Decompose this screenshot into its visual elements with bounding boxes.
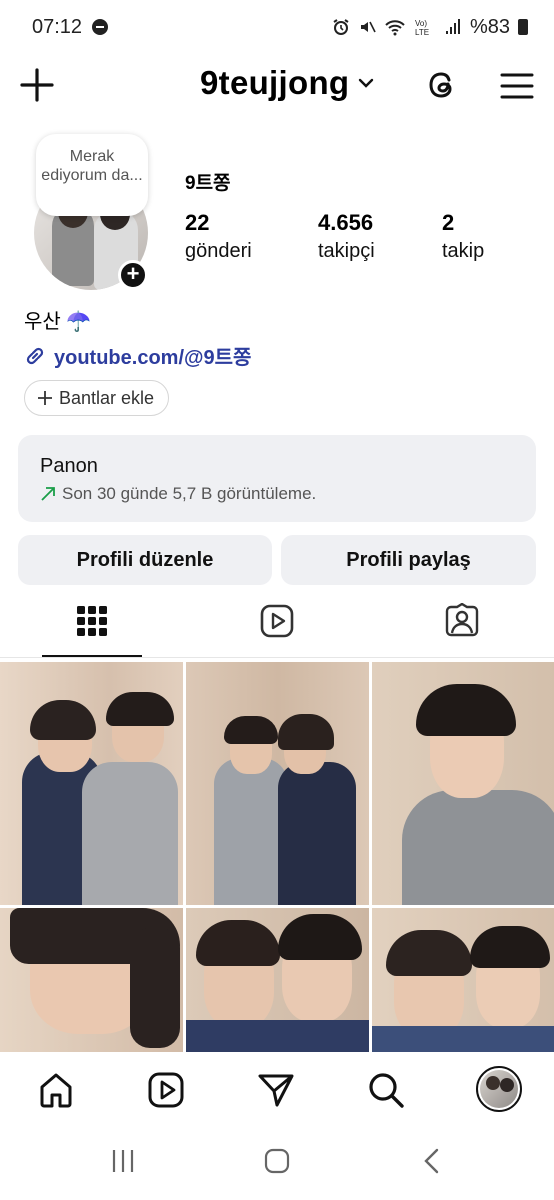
reels-icon[interactable] <box>146 1070 186 1110</box>
stat-followers-label: takipçi <box>318 240 375 262</box>
share-profile-button[interactable]: Profili paylaş <box>281 535 536 585</box>
note-bubble[interactable]: Merak ediyorum da... <box>36 134 148 216</box>
dashboard-subtitle: Son 30 günde 5,7 B görüntüleme. <box>62 484 317 503</box>
stat-followers[interactable]: 4.656 takipçi <box>318 210 375 263</box>
home-icon[interactable] <box>36 1070 76 1110</box>
post-thumbnail[interactable] <box>186 908 369 1052</box>
stat-following-label: takip <box>442 240 485 262</box>
stat-following-value: 2 <box>442 210 455 235</box>
bottom-navigation <box>0 1052 554 1128</box>
svg-text:LTE: LTE <box>415 28 429 36</box>
username: 9teujjong <box>200 64 350 101</box>
system-navigation <box>0 1128 554 1200</box>
profile-header: 9teujjong <box>0 56 554 116</box>
status-bar: 07:12 Vo) LTE %83 <box>0 0 554 54</box>
professional-dashboard[interactable]: Panon Son 30 günde 5,7 B görüntüleme. <box>18 435 536 522</box>
wifi-icon <box>385 20 405 36</box>
tagged-icon[interactable] <box>444 603 480 639</box>
trend-up-icon <box>41 487 55 501</box>
svg-text:Vo): Vo) <box>415 19 427 28</box>
do-not-disturb-icon <box>92 19 109 35</box>
stat-posts[interactable]: 22 gönderi <box>185 210 252 263</box>
dashboard-title: Panon <box>40 455 98 477</box>
profile-link[interactable]: youtube.com/@9트쫑 <box>24 341 251 370</box>
status-time: 07:12 <box>32 15 83 38</box>
stat-following[interactable]: 2 takip <box>442 210 484 263</box>
battery-percent: %83 <box>469 15 510 38</box>
profile-avatar[interactable] <box>476 1066 522 1112</box>
send-icon[interactable] <box>256 1070 296 1110</box>
plus-icon <box>38 391 52 405</box>
link-icon <box>26 347 44 364</box>
alarm-icon <box>333 19 349 35</box>
post-thumbnail[interactable] <box>0 908 183 1052</box>
profile-tabs <box>0 595 554 659</box>
back-icon[interactable] <box>422 1148 442 1174</box>
add-story-icon[interactable]: + <box>118 260 148 290</box>
reels-icon[interactable] <box>259 603 295 639</box>
username-switcher[interactable]: 9teujjong <box>200 64 375 102</box>
posts-grid <box>0 662 554 1052</box>
add-banners-label: Bantlar ekle <box>59 387 155 408</box>
display-name: 9트쫑 <box>185 173 231 194</box>
bio: 우산 ☂️ <box>24 311 92 333</box>
search-icon[interactable] <box>366 1070 406 1110</box>
signal-icon <box>445 19 460 34</box>
profile-link-text: youtube.com/@9트쫑 <box>54 347 252 369</box>
add-banners-button[interactable]: Bantlar ekle <box>24 380 170 416</box>
volte-icon: Vo)LTE <box>415 19 429 36</box>
post-thumbnail[interactable] <box>372 662 554 905</box>
plus-icon[interactable] <box>20 68 54 102</box>
stat-posts-label: gönderi <box>185 240 252 262</box>
post-thumbnail[interactable] <box>372 908 554 1052</box>
edit-profile-button[interactable]: Profili düzenle <box>18 535 272 585</box>
recent-apps-icon[interactable] <box>110 1148 136 1174</box>
threads-icon[interactable] <box>424 67 460 103</box>
mute-icon <box>360 21 376 33</box>
post-thumbnail[interactable] <box>0 662 183 905</box>
stat-followers-value: 4.656 <box>318 210 374 235</box>
battery-icon <box>518 19 528 35</box>
stat-posts-value: 22 <box>185 210 210 235</box>
grid-icon[interactable] <box>74 603 110 639</box>
menu-icon[interactable] <box>500 69 534 103</box>
home-button-icon[interactable] <box>264 1148 290 1174</box>
post-thumbnail[interactable] <box>186 662 369 905</box>
chevron-down-icon <box>359 78 374 88</box>
